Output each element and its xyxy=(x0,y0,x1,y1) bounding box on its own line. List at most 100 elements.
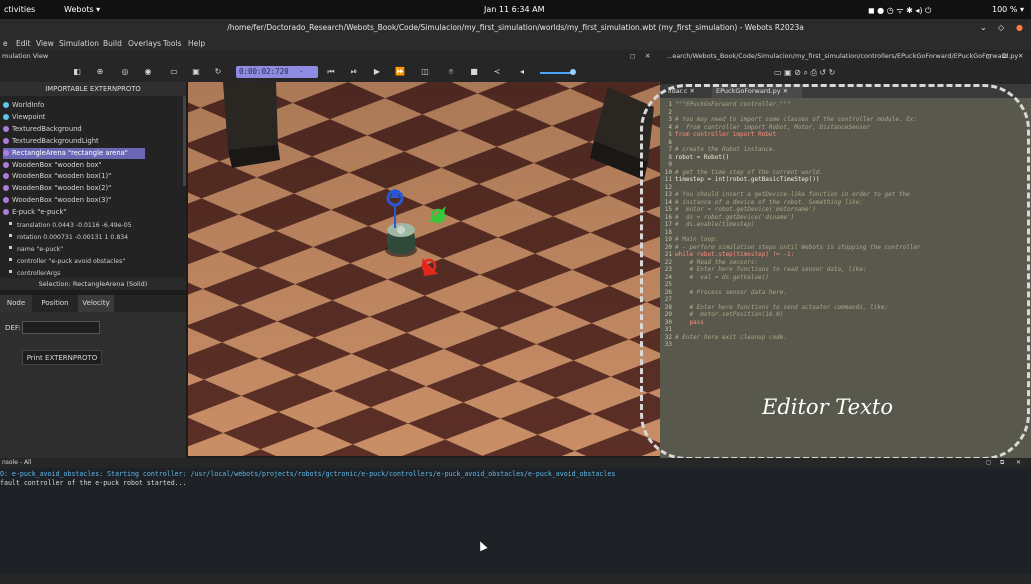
console-close-icon[interactable]: ✕ xyxy=(1016,459,1021,466)
field-bullet-icon xyxy=(9,246,12,249)
activities-button[interactable]: ctivities xyxy=(4,5,35,14)
node-icon xyxy=(3,102,9,108)
record-movie-icon[interactable]: ■ xyxy=(469,67,479,77)
wooden-box[interactable] xyxy=(223,82,278,150)
battery-indicator[interactable]: 100 % ▾ xyxy=(992,5,1024,14)
arena-scene xyxy=(188,82,660,456)
scene-tree-node[interactable]: WorldInfo xyxy=(3,100,44,111)
reload-world-icon[interactable]: ↻ xyxy=(213,67,223,77)
editor-restore-icon[interactable]: ⧉ xyxy=(1002,52,1007,61)
volume-icon[interactable]: ◂ xyxy=(517,67,527,77)
menu-tools[interactable]: Tools xyxy=(163,39,181,48)
tab-velocity[interactable]: Velocity xyxy=(78,295,114,312)
scene-tree-field[interactable]: rotation 0.000731 -0.00131 1 0.834 xyxy=(3,232,128,243)
tab-node[interactable]: Node xyxy=(0,295,32,312)
volume-slider[interactable] xyxy=(540,69,576,75)
code-text: # ds.enable(timestep) xyxy=(675,221,755,228)
console-line: fault controller of the e-puck robot sta… xyxy=(0,478,187,487)
menu-view[interactable]: View xyxy=(36,39,54,48)
code-line[interactable]: 33 xyxy=(660,341,675,349)
editor-toolbar: ▭ ▣ ⊘ ⌕ ⎙ ↺ ↻ xyxy=(660,62,1031,84)
code-text: # - perform simulation steps until Webot… xyxy=(675,243,921,251)
minimize-window-icon[interactable]: ⌄ xyxy=(980,19,987,36)
code-line[interactable]: 5 from controller import Robot xyxy=(660,131,776,139)
follow-object-icon[interactable]: ◎ xyxy=(120,67,130,77)
dock-float-icon[interactable]: ◻ xyxy=(630,52,635,60)
code-text: # Enter here functions to send actuator … xyxy=(675,303,889,311)
scene-tree-node[interactable]: E-puck "e-puck" xyxy=(3,207,66,218)
code-line[interactable]: 24 # val = ds.getValue() xyxy=(660,274,769,282)
scene-tree-node[interactable]: Viewpoint xyxy=(3,112,45,123)
simulation-time: 0:00:02:720 xyxy=(239,67,289,76)
scene-tree-node[interactable]: WoodenBox "wooden box" xyxy=(3,160,102,171)
tab-epuckgoforward-py[interactable]: EPuckGoForward.py ✕ xyxy=(712,84,802,98)
field-bullet-icon xyxy=(9,270,12,273)
step-icon[interactable]: ⏯ xyxy=(349,67,359,77)
node-icon xyxy=(3,137,9,144)
code-line[interactable]: 1 """EPuckGoForward controller.""" xyxy=(660,101,791,109)
simulation-view-label: mulation View xyxy=(2,52,49,60)
screenshot-icon[interactable]: ⌾ xyxy=(446,67,456,77)
dock-close-icon[interactable]: ✕ xyxy=(645,52,650,60)
toggle-scene-tree-icon[interactable]: ◧ xyxy=(72,67,82,77)
3d-simulation-view[interactable] xyxy=(188,82,660,456)
console-output[interactable]: O: e-puck_avoid_obstacles: Starting cont… xyxy=(0,468,1031,574)
share-icon[interactable]: ≺ xyxy=(492,67,502,77)
code-text: # create the Robot instance. xyxy=(675,146,777,153)
node-label: WoodenBox "wooden box(1)" xyxy=(12,172,112,181)
console-restore-icon[interactable]: ⧉ xyxy=(1000,459,1004,467)
scene-tree-scrollbar[interactable] xyxy=(183,96,186,186)
play-icon[interactable]: ▶ xyxy=(372,67,382,77)
scene-tree-node[interactable]: TexturedBackground xyxy=(3,124,82,135)
scene-tree-field[interactable]: translation 0.0443 -0.0116 -6.49e-05 xyxy=(3,220,132,231)
render-icon[interactable]: ◫ xyxy=(420,67,430,77)
open-world-icon[interactable]: ▭ xyxy=(169,67,179,77)
fast-forward-icon[interactable]: ⏩ xyxy=(395,67,405,77)
menu-simulation[interactable]: Simulation xyxy=(59,39,99,48)
tab-lidar-c[interactable]: lidar.c ✕ xyxy=(664,84,712,98)
editor-close-icon[interactable]: ✕ xyxy=(1018,52,1023,60)
window-title: /home/fer/Doctorado_Research/Webots_Book… xyxy=(227,23,804,32)
menu-help[interactable]: Help xyxy=(188,39,205,48)
node-icon xyxy=(3,113,9,120)
code-line[interactable]: 26 # Process sensor data here. xyxy=(660,289,787,297)
code-text: # Read the sensors: xyxy=(675,258,759,266)
code-line[interactable]: 11 timestep = int(robot.getBasicTimeStep(… xyxy=(660,176,820,184)
close-window-icon[interactable]: ● xyxy=(1016,19,1023,36)
scene-tree-node[interactable]: WoodenBox "wooden box(3)" xyxy=(3,195,111,206)
editor-float-icon[interactable]: ◻ xyxy=(986,52,991,60)
node-icon xyxy=(3,149,9,156)
menu-overlays[interactable]: Overlays xyxy=(128,39,161,48)
save-world-icon[interactable]: ▣ xyxy=(191,67,201,77)
scene-tree-node[interactable]: WoodenBox "wooden box(1)" xyxy=(3,171,111,182)
scene-tree-field[interactable]: controller "e-puck avoid obstacles" xyxy=(3,256,125,267)
view-icon[interactable]: ◉ xyxy=(143,67,153,77)
add-node-icon[interactable]: ⊕ xyxy=(95,67,105,77)
menu-edit[interactable]: Edit xyxy=(16,39,31,48)
scene-tree-field[interactable]: name "e-puck" xyxy=(3,244,63,255)
clock[interactable]: Jan 11 6:34 AM xyxy=(484,5,544,14)
menu-file[interactable]: e xyxy=(3,39,8,48)
tray-icons[interactable]: ◼ ● ◷ ᯤ ✱ ◂) ⏻ xyxy=(868,5,931,16)
code-text: # You should insert a getDevice-like fun… xyxy=(675,191,910,198)
system-top-bar: ctivities Webots ▾ Jan 11 6:34 AM ◼ ● ◷ … xyxy=(0,0,1031,19)
node-label: WoodenBox "wooden box(2)" xyxy=(12,184,112,193)
tab-position[interactable]: Position xyxy=(33,295,77,312)
field-label: controller "e-puck avoid obstacles" xyxy=(17,258,126,265)
editor-toolbar-icons[interactable]: ▭ ▣ ⊘ ⌕ ⎙ ↺ ↻ xyxy=(774,68,835,78)
scene-tree-panel: IMPORTABLE EXTERNPROTO WorldInfo Viewpoin… xyxy=(0,82,186,282)
code-text: """EPuckGoForward controller.""" xyxy=(675,101,791,108)
code-text: # Enter here exit cleanup code. xyxy=(675,333,787,341)
def-input[interactable] xyxy=(22,321,100,334)
menu-build[interactable]: Build xyxy=(103,39,122,48)
scene-tree-node[interactable]: TexturedBackgroundLight xyxy=(3,136,99,147)
reset-simulation-icon[interactable]: ⏮ xyxy=(326,67,336,77)
restore-window-icon[interactable]: ◇ xyxy=(998,19,1004,36)
print-externproto-button[interactable]: Print EXTERNPROTO xyxy=(22,350,102,365)
field-label: translation 0.0443 -0.0116 -6.49e-05 xyxy=(17,222,132,229)
code-line[interactable]: 32 # Enter here exit cleanup code. xyxy=(660,334,787,342)
console-float-icon[interactable]: ◻ xyxy=(986,459,991,466)
scene-tree-node[interactable]: RectangleArena "rectangle arena" xyxy=(3,147,145,159)
app-menu[interactable]: Webots ▾ xyxy=(64,5,100,14)
scene-tree-node[interactable]: WoodenBox "wooden box(2)" xyxy=(3,183,111,194)
